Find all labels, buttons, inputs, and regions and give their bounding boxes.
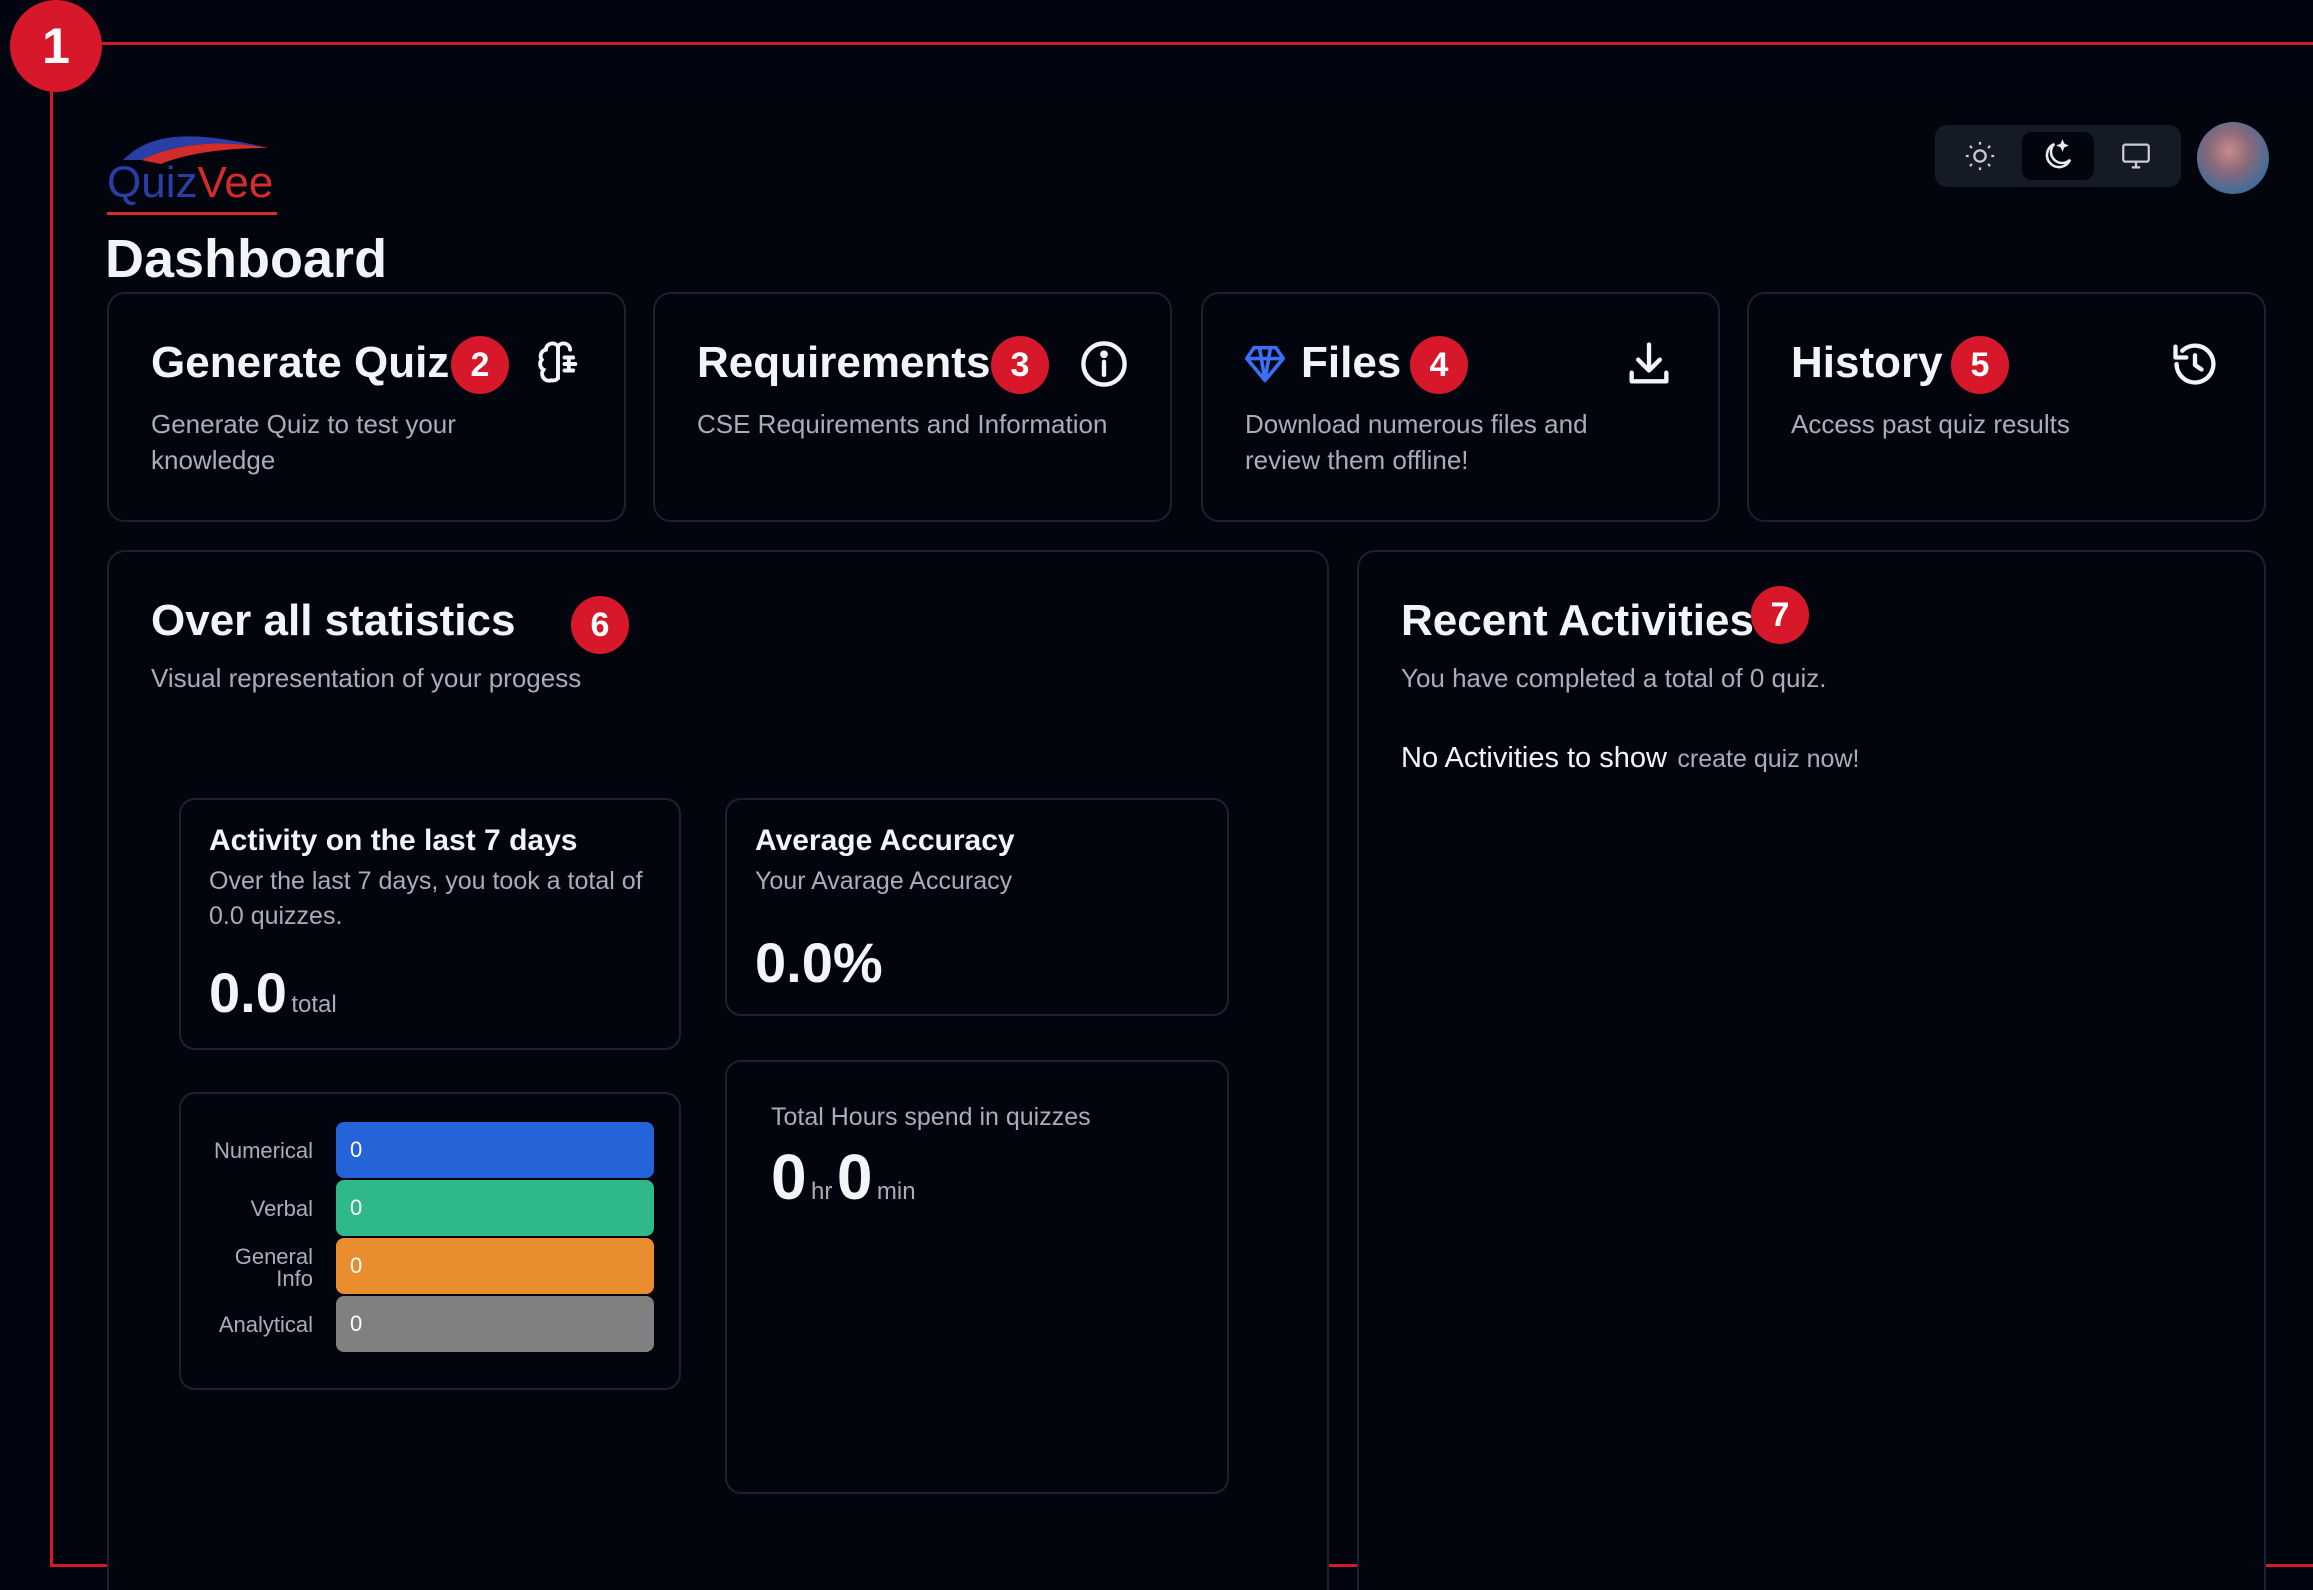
- category-value-general-info: 0: [350, 1253, 363, 1278]
- generate-quiz-card[interactable]: Generate Quiz 2 Generate Quiz to test yo…: [107, 292, 626, 522]
- quizvee-logo[interactable]: QuizVee: [107, 130, 287, 215]
- sun-icon: [1965, 141, 1995, 171]
- category-bar-numerical: 0: [336, 1122, 654, 1178]
- hours-value: 0: [771, 1141, 807, 1213]
- dark-theme-button[interactable]: [2022, 132, 2094, 180]
- minutes-value: 0: [836, 1141, 873, 1213]
- annotation-badge-3: 3: [991, 336, 1049, 394]
- category-label-numerical: Numerical: [213, 1138, 313, 1163]
- no-activities-text: No Activities to show: [1401, 742, 1667, 774]
- category-label-verbal: Verbal: [250, 1196, 313, 1221]
- annotation-badge-7: 7: [1751, 586, 1809, 644]
- generate-quiz-title: Generate Quiz: [151, 338, 450, 387]
- category-value-analytical: 0: [350, 1311, 363, 1336]
- category-bar-general-info: 0: [336, 1238, 654, 1294]
- files-card[interactable]: Files 4 Download numerous files and revi…: [1201, 292, 1720, 522]
- category-label-general-info: General Info: [234, 1244, 313, 1291]
- annotation-badge-4: 4: [1410, 336, 1468, 394]
- history-icon: [2173, 343, 2216, 385]
- brain-icon: [538, 341, 578, 383]
- files-title: Files: [1301, 338, 1402, 387]
- history-title: History: [1791, 338, 1943, 387]
- diamond-icon: [1245, 345, 1285, 383]
- user-avatar[interactable]: [2197, 122, 2269, 194]
- logo-underline: [107, 212, 277, 215]
- requirements-description: CSE Requirements and Information: [697, 409, 1108, 439]
- requirements-title: Requirements: [697, 338, 991, 387]
- recent-activities-panel: Recent Activities 7 You have completed a…: [1357, 550, 2266, 1590]
- download-icon[interactable]: [1623, 338, 1675, 390]
- recent-activities-subtitle: You have completed a total of 0 quiz.: [1401, 663, 1827, 693]
- category-breakdown-card: Numerical 0 Verbal 0 General Info 0 Anal…: [179, 1092, 681, 1390]
- activity-description: Over the last 7 days, you took a total o…: [209, 867, 643, 930]
- category-bar-analytical: 0: [336, 1296, 654, 1352]
- activity-total: 0.0 total: [209, 960, 337, 1025]
- activity-total-unit: total: [291, 991, 337, 1018]
- requirements-card[interactable]: Requirements 3 CSE Requirements and Info…: [653, 292, 1172, 522]
- accuracy-value: 0.0%: [755, 931, 883, 994]
- hours-unit: hr: [811, 1178, 833, 1205]
- monitor-icon: [2122, 143, 2150, 169]
- info-icon: [1081, 341, 1127, 387]
- total-hours-card: Total Hours spend in quizzes 0 hr 0 min: [725, 1060, 1229, 1494]
- category-bar-verbal: 0: [336, 1180, 654, 1236]
- generate-quiz-description: Generate Quiz to test your knowledge: [151, 409, 456, 475]
- create-quiz-link[interactable]: create quiz now!: [1677, 745, 1859, 773]
- statistics-title: Over all statistics: [151, 596, 516, 645]
- statistics-subtitle: Visual representation of your progess: [151, 663, 582, 693]
- annotation-frame-left: [50, 42, 53, 1567]
- category-label-analytical: Analytical: [218, 1312, 313, 1337]
- moon-icon: [2045, 139, 2072, 169]
- accuracy-title: Average Accuracy: [755, 824, 1015, 857]
- empty-activities-message: No Activities to show create quiz now!: [1401, 742, 1859, 775]
- logo-text: QuizVee: [107, 158, 274, 207]
- overall-statistics-panel: Over all statistics 6 Visual representat…: [107, 550, 1329, 1590]
- system-theme-button[interactable]: [2100, 132, 2172, 180]
- activity-title: Activity on the last 7 days: [209, 824, 578, 857]
- annotation-badge-5: 5: [1951, 336, 2009, 394]
- theme-switcher: [1935, 125, 2181, 187]
- accuracy-description: Your Avarage Accuracy: [755, 867, 1013, 895]
- annotation-badge-6: 6: [571, 596, 629, 654]
- files-description: Download numerous files and review them …: [1245, 409, 1588, 475]
- total-hours-value: 0 hr 0 min: [771, 1140, 916, 1214]
- light-theme-button[interactable]: [1944, 132, 2016, 180]
- annotation-frame-top: [55, 42, 2313, 45]
- recent-activities-title: Recent Activities: [1401, 596, 1754, 645]
- category-value-numerical: 0: [350, 1137, 363, 1162]
- activity-total-value: 0.0: [209, 961, 287, 1024]
- category-value-verbal: 0: [350, 1195, 363, 1220]
- page-title: Dashboard: [105, 229, 388, 289]
- minutes-unit: min: [876, 1178, 916, 1205]
- annotation-badge-2: 2: [451, 336, 509, 394]
- annotation-badge-1: 1: [10, 0, 102, 92]
- average-accuracy-card: Average Accuracy Your Avarage Accuracy 0…: [725, 798, 1229, 1016]
- history-card[interactable]: History 5 Access past quiz results: [1747, 292, 2266, 522]
- history-description: Access past quiz results: [1791, 409, 2070, 439]
- total-hours-label: Total Hours spend in quizzes: [771, 1103, 1091, 1131]
- activity-card: Activity on the last 7 days Over the las…: [179, 798, 681, 1050]
- app-window: QuizVee Dashboard Generate Quiz 2 Genera…: [55, 100, 2313, 1590]
